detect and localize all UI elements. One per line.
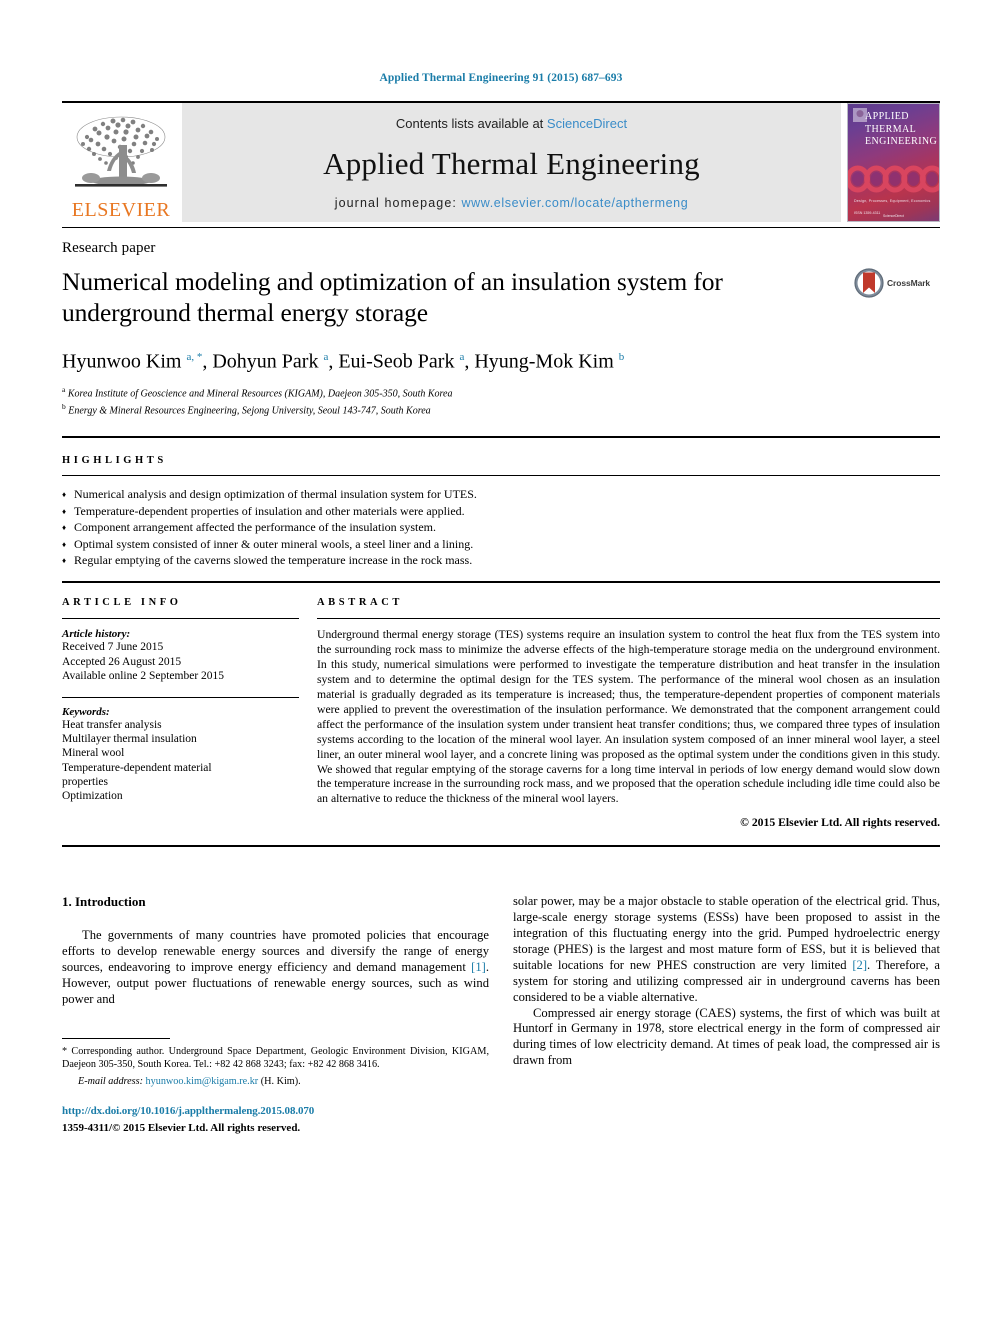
info-abstract-row: ARTICLE INFO Article history: Received 7… — [62, 597, 940, 829]
list-item: Numerical analysis and design optimizati… — [62, 486, 940, 503]
list-item: Regular emptying of the caverns slowed t… — [62, 552, 940, 569]
paper-page: Applied Thermal Engineering 91 (2015) 68… — [0, 0, 992, 1323]
cover-title: APPLIED THERMAL ENGINEERING — [865, 111, 937, 149]
contents-prefix: Contents lists available at — [395, 116, 547, 131]
history-available: Available online 2 September 2015 — [62, 669, 225, 682]
keyword-item: Temperature-dependent material — [62, 761, 212, 774]
affiliation-b: b Energy & Mineral Resources Engineering… — [62, 400, 940, 418]
highlights-label: HIGHLIGHTS — [62, 455, 167, 467]
footnote-block: * Corresponding author. Underground Spac… — [62, 1037, 489, 1137]
keyword-item: Heat transfer analysis — [62, 718, 162, 731]
doi-block: http://dx.doi.org/10.1016/j.applthermale… — [62, 1104, 489, 1137]
title-row: Numerical modeling and optimization of a… — [62, 266, 940, 328]
crossmark-label: CrossMark — [887, 278, 931, 288]
paragraph: The governments of many countries have p… — [62, 928, 489, 1006]
cover-bottom-text: ScienceDirect — [883, 214, 904, 218]
sciencedirect-link[interactable]: ScienceDirect — [547, 116, 627, 131]
crossmark-icon — [854, 268, 884, 298]
abstract-bottom-rule — [62, 845, 940, 848]
highlights-top-rule — [62, 436, 940, 439]
keyword-item: properties — [62, 775, 108, 788]
page-content: Applied Thermal Engineering 91 (2015) 68… — [62, 0, 940, 1136]
elsevier-tree-icon — [75, 116, 167, 187]
journal-masthead: ELSEVIER Contents lists available at Sci… — [62, 103, 940, 222]
keyword-item: Optimization — [62, 789, 123, 802]
abstract-copyright: © 2015 Elsevier Ltd. All rights reserved… — [740, 816, 940, 830]
affiliation-a: a Korea Institute of Geoscience and Mine… — [62, 383, 940, 401]
paper-type-label: Research paper — [62, 240, 156, 256]
journal-banner: Contents lists available at ScienceDirec… — [182, 103, 841, 222]
affiliations: a Korea Institute of Geoscience and Mine… — [62, 383, 940, 419]
email-link[interactable]: hyunwoo.kim@kigam.re.kr — [146, 1076, 259, 1087]
doi-link[interactable]: http://dx.doi.org/10.1016/j.applthermale… — [62, 1104, 489, 1120]
elsevier-wordmark: ELSEVIER — [71, 199, 171, 221]
footnote-rule — [62, 1037, 170, 1039]
abstract-rule — [317, 618, 940, 620]
affiliation-a-text: Korea Institute of Geoscience and Minera… — [67, 387, 453, 399]
highlights-list: Numerical analysis and design optimizati… — [62, 476, 940, 569]
journal-homepage-line: journal homepage: www.elsevier.com/locat… — [335, 196, 689, 210]
article-info-label: ARTICLE INFO — [62, 597, 182, 609]
list-item: Temperature-dependent properties of insu… — [62, 503, 940, 520]
abstract-text: Underground thermal energy storage (TES)… — [317, 628, 940, 806]
contents-line: Contents lists available at ScienceDirec… — [396, 116, 627, 131]
citation-ref[interactable]: [1] — [471, 960, 486, 974]
abstract-column: ABSTRACT Underground thermal energy stor… — [317, 597, 940, 829]
author-list: Hyunwoo Kim a, *, Dohyun Park a, Eui-Seo… — [62, 350, 625, 373]
affiliation-mark-b: b — [62, 402, 66, 412]
email-suffix: (H. Kim). — [260, 1075, 301, 1087]
affiliation-b-text: Energy & Mineral Resources Engineering, … — [68, 405, 431, 417]
keywords-heading: Keywords: — [62, 705, 110, 718]
list-item: Component arrangement affected the perfo… — [62, 519, 940, 536]
section-heading-introduction: 1. Introduction — [62, 894, 146, 910]
history-received: Received 7 June 2015 — [62, 641, 164, 654]
citation-ref[interactable]: [2] — [852, 958, 867, 972]
abstract-top-rule — [62, 581, 940, 584]
page-title: Numerical modeling and optimization of a… — [62, 267, 723, 327]
homepage-label: journal homepage: — [334, 196, 462, 210]
email-note: E-mail address: hyunwoo.kim@kigam.re.kr … — [62, 1075, 489, 1088]
keyword-item: Multilayer thermal insulation — [62, 733, 197, 746]
crossmark-badge[interactable]: CrossMark — [854, 266, 940, 298]
cover-title-line3: ENGINEERING — [865, 136, 938, 147]
journal-title: Applied Thermal Engineering — [323, 145, 700, 181]
issn-copyright-line: 1359-4311/© 2015 Elsevier Ltd. All right… — [62, 1121, 301, 1134]
paragraph: solar power, may be a major obstacle to … — [513, 894, 941, 1004]
email-label: E-mail address: — [78, 1075, 143, 1087]
keyword-item: Mineral wool — [62, 747, 125, 760]
abstract-label: ABSTRACT — [317, 597, 403, 609]
article-info-rule — [62, 618, 299, 620]
keywords-block: Keywords: Heat transfer analysis Multila… — [62, 696, 299, 803]
homepage-url-link[interactable]: www.elsevier.com/locate/apthermeng — [462, 196, 689, 210]
body-columns: 1. Introduction The governments of many … — [62, 894, 940, 1136]
masthead-bottom-rule — [62, 227, 940, 228]
running-head: Applied Thermal Engineering 91 (2015) 68… — [379, 72, 623, 84]
journal-cover-thumbnail: APPLIED THERMAL ENGINEERING Design, Proc… — [847, 103, 940, 222]
paragraph: Compressed air energy storage (CAES) sys… — [513, 1005, 940, 1068]
list-item: Optimal system consisted of inner & oute… — [62, 536, 940, 553]
article-history-heading: Article history: — [62, 628, 131, 641]
cover-title-line1: APPLIED — [865, 111, 909, 122]
body-column-left: 1. Introduction The governments of many … — [62, 894, 489, 1136]
corresponding-author-note: * Corresponding author. Underground Spac… — [62, 1045, 489, 1070]
cover-footer-text: Design, Processes, Equipment, Economics — [854, 199, 931, 203]
cover-chain-graphic — [848, 165, 939, 193]
article-info-column: ARTICLE INFO Article history: Received 7… — [62, 597, 317, 829]
history-accepted: Accepted 26 August 2015 — [62, 655, 182, 668]
affiliation-mark-a: a — [62, 384, 66, 394]
body-column-right: solar power, may be a major obstacle to … — [513, 894, 940, 1136]
elsevier-logo: ELSEVIER — [62, 103, 180, 222]
cover-title-line2: THERMAL — [865, 123, 917, 135]
